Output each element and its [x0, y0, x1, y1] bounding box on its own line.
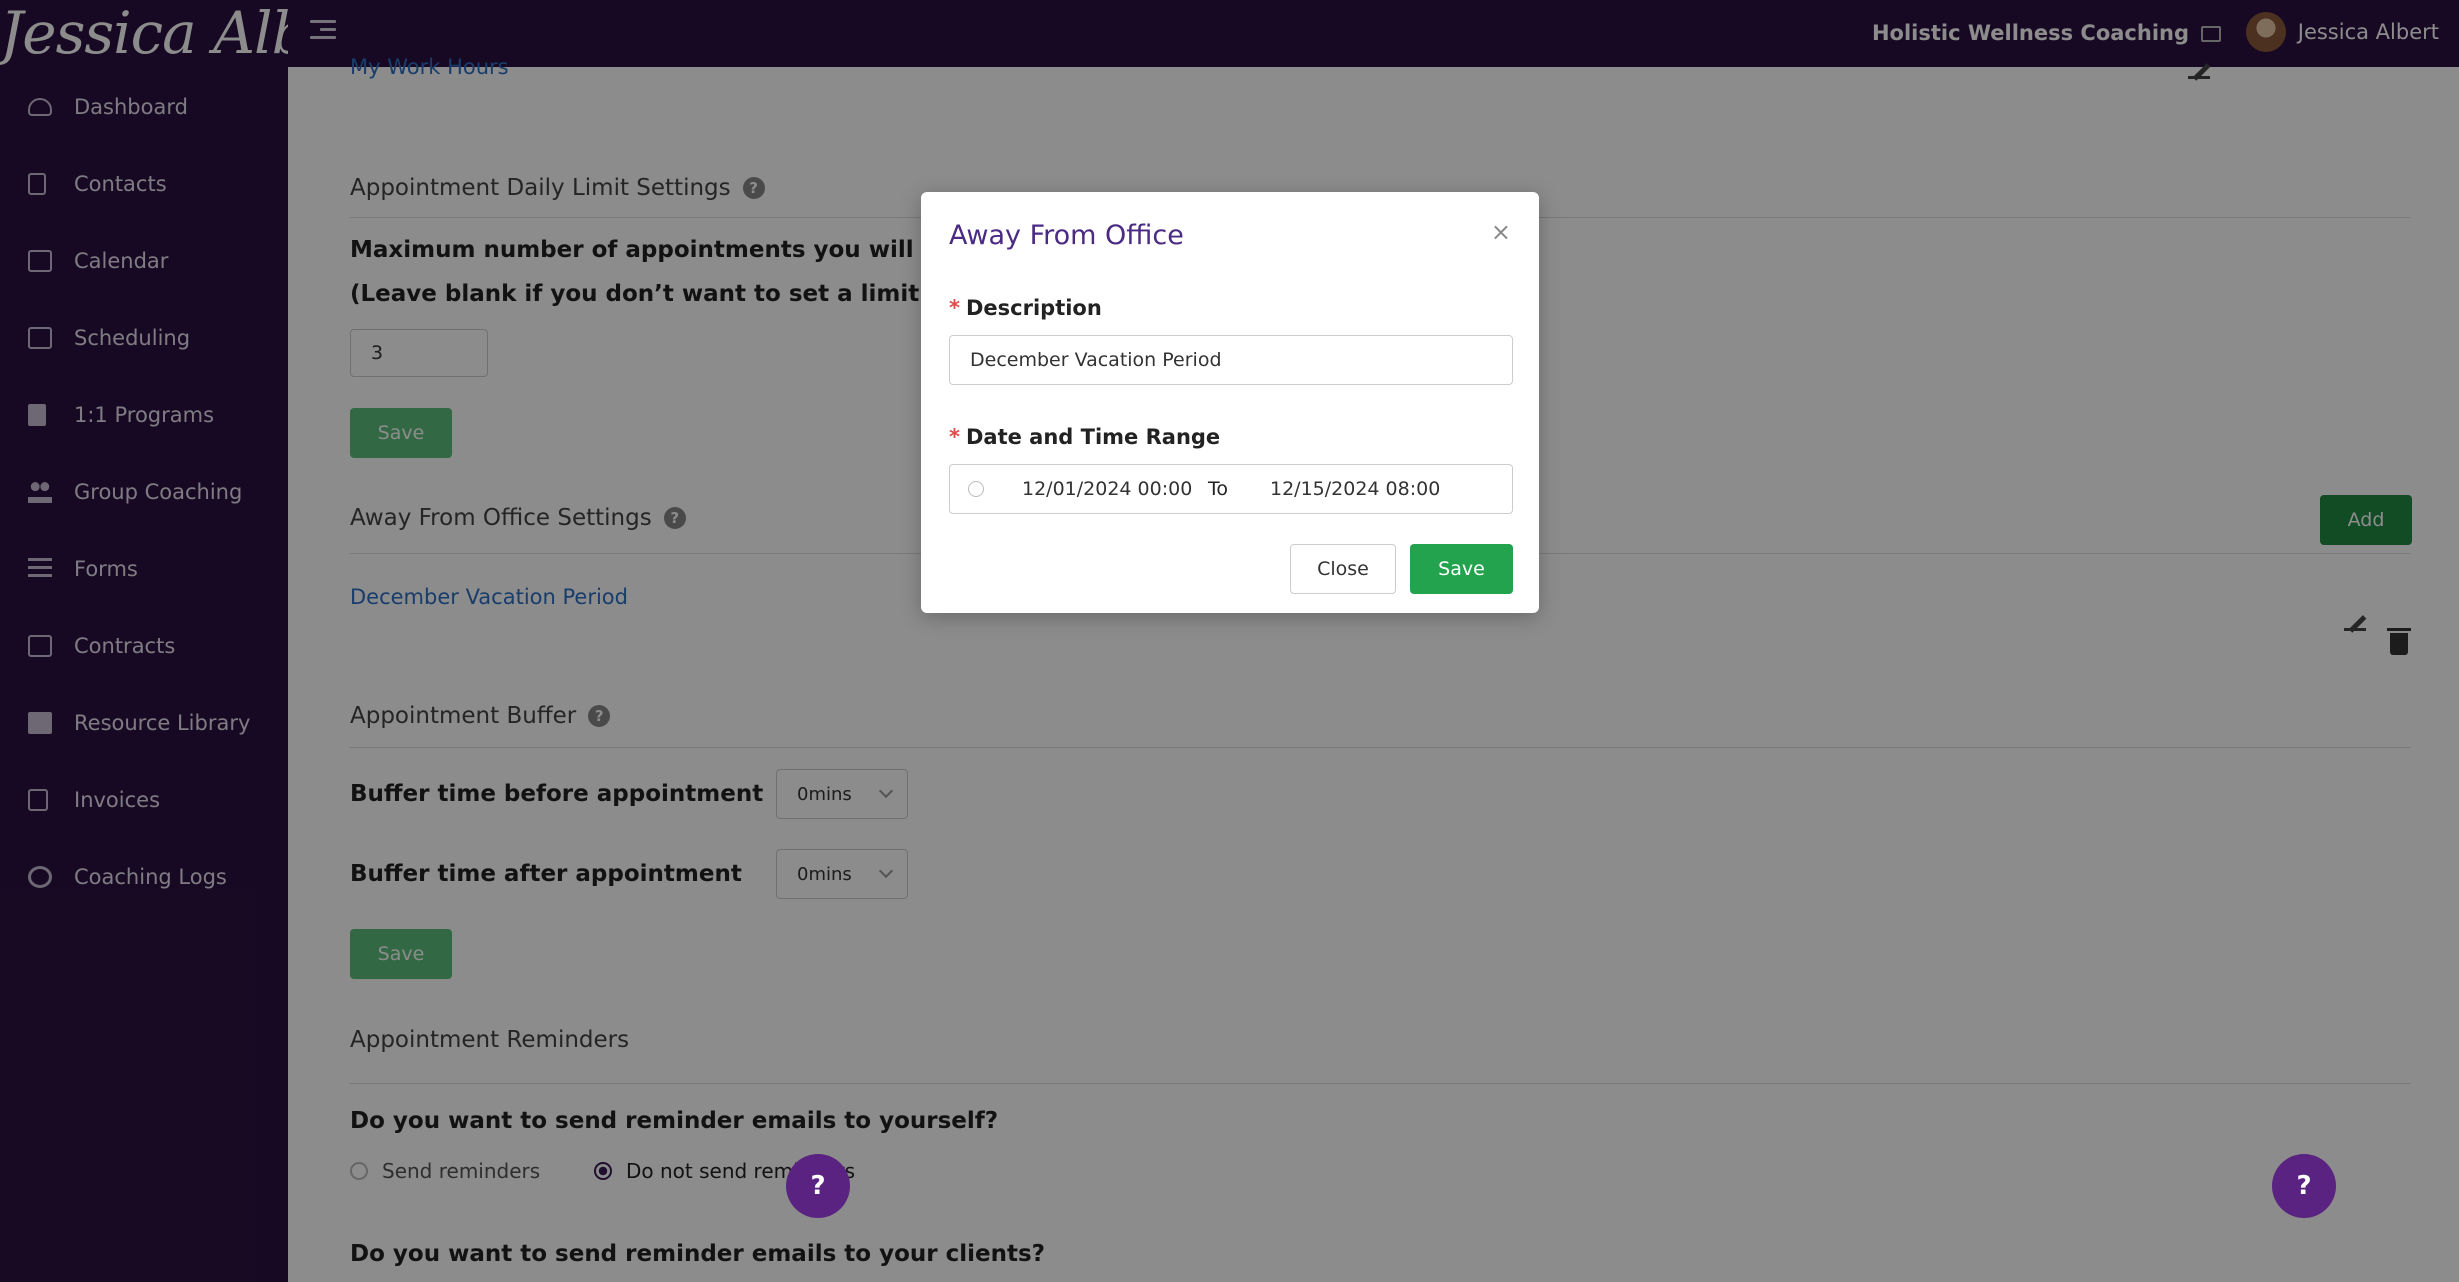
save-button[interactable]: Save — [1410, 544, 1513, 594]
description-label: * Description — [949, 296, 1102, 320]
close-icon[interactable]: × — [1491, 218, 1511, 246]
range-separator: To — [1208, 478, 1229, 500]
range-start[interactable]: 12/01/2024 00:00 — [1022, 478, 1192, 500]
label-text: Date and Time Range — [965, 425, 1221, 449]
range-label: * Date and Time Range — [949, 425, 1221, 449]
modal-title: Away From Office — [949, 220, 1184, 251]
date-range-picker[interactable]: 12/01/2024 00:00 To 12/15/2024 08:00 — [949, 464, 1513, 514]
away-from-office-modal: Away From Office × * Description December… — [921, 192, 1539, 613]
help-button[interactable]: ? — [786, 1154, 850, 1218]
help-button[interactable]: ? — [2272, 1154, 2336, 1218]
description-input[interactable]: December Vacation Period — [949, 335, 1513, 385]
range-end[interactable]: 12/15/2024 08:00 — [1270, 478, 1440, 500]
close-button[interactable]: Close — [1290, 544, 1396, 594]
clock-icon — [968, 481, 984, 497]
label-text: Description — [965, 296, 1102, 320]
